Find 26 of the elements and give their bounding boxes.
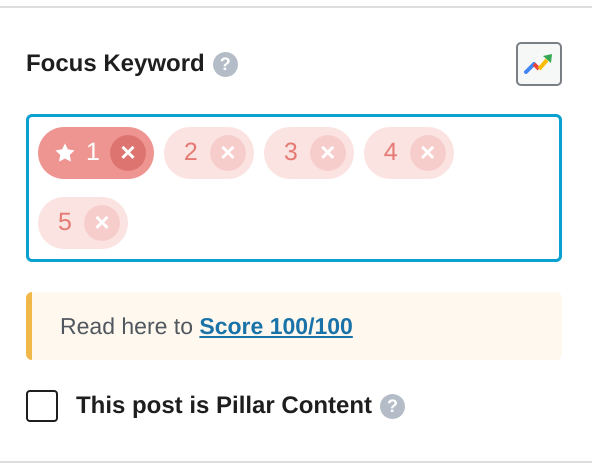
keyword-label: 1: [86, 137, 100, 168]
help-icon[interactable]: ?: [212, 52, 238, 76]
keyword-label: 2: [184, 137, 198, 168]
section-title: Focus Keyword: [26, 49, 205, 79]
remove-button[interactable]: ×: [84, 205, 120, 241]
help-icon[interactable]: ?: [380, 394, 406, 418]
keyword-label: 3: [284, 137, 298, 168]
score-link[interactable]: Score 100/100: [199, 312, 353, 339]
remove-button[interactable]: ×: [410, 135, 446, 171]
keyword-label: 4: [384, 137, 398, 168]
checkbox-label: This post is Pillar Content: [76, 391, 372, 421]
keyword-input[interactable]: 1 × 2 × 3 × 4 × 5 ×: [26, 114, 562, 262]
keyword-label: 5: [58, 207, 72, 238]
remove-button[interactable]: ×: [210, 135, 246, 171]
trend-chart-icon: [524, 53, 554, 75]
checkbox[interactable]: [26, 390, 58, 422]
notice-text: Read here to Score 100/100: [60, 312, 353, 341]
keyword-tag[interactable]: 1 ×: [38, 127, 154, 179]
trends-button[interactable]: [516, 42, 562, 86]
keyword-tag[interactable]: 4 ×: [364, 127, 454, 179]
remove-button[interactable]: ×: [310, 135, 346, 171]
keyword-tag[interactable]: 3 ×: [264, 127, 354, 179]
remove-button[interactable]: ×: [110, 135, 146, 171]
keyword-tag[interactable]: 2 ×: [164, 127, 254, 179]
keyword-tag[interactable]: 5 ×: [38, 197, 128, 249]
star-icon: [54, 142, 76, 164]
